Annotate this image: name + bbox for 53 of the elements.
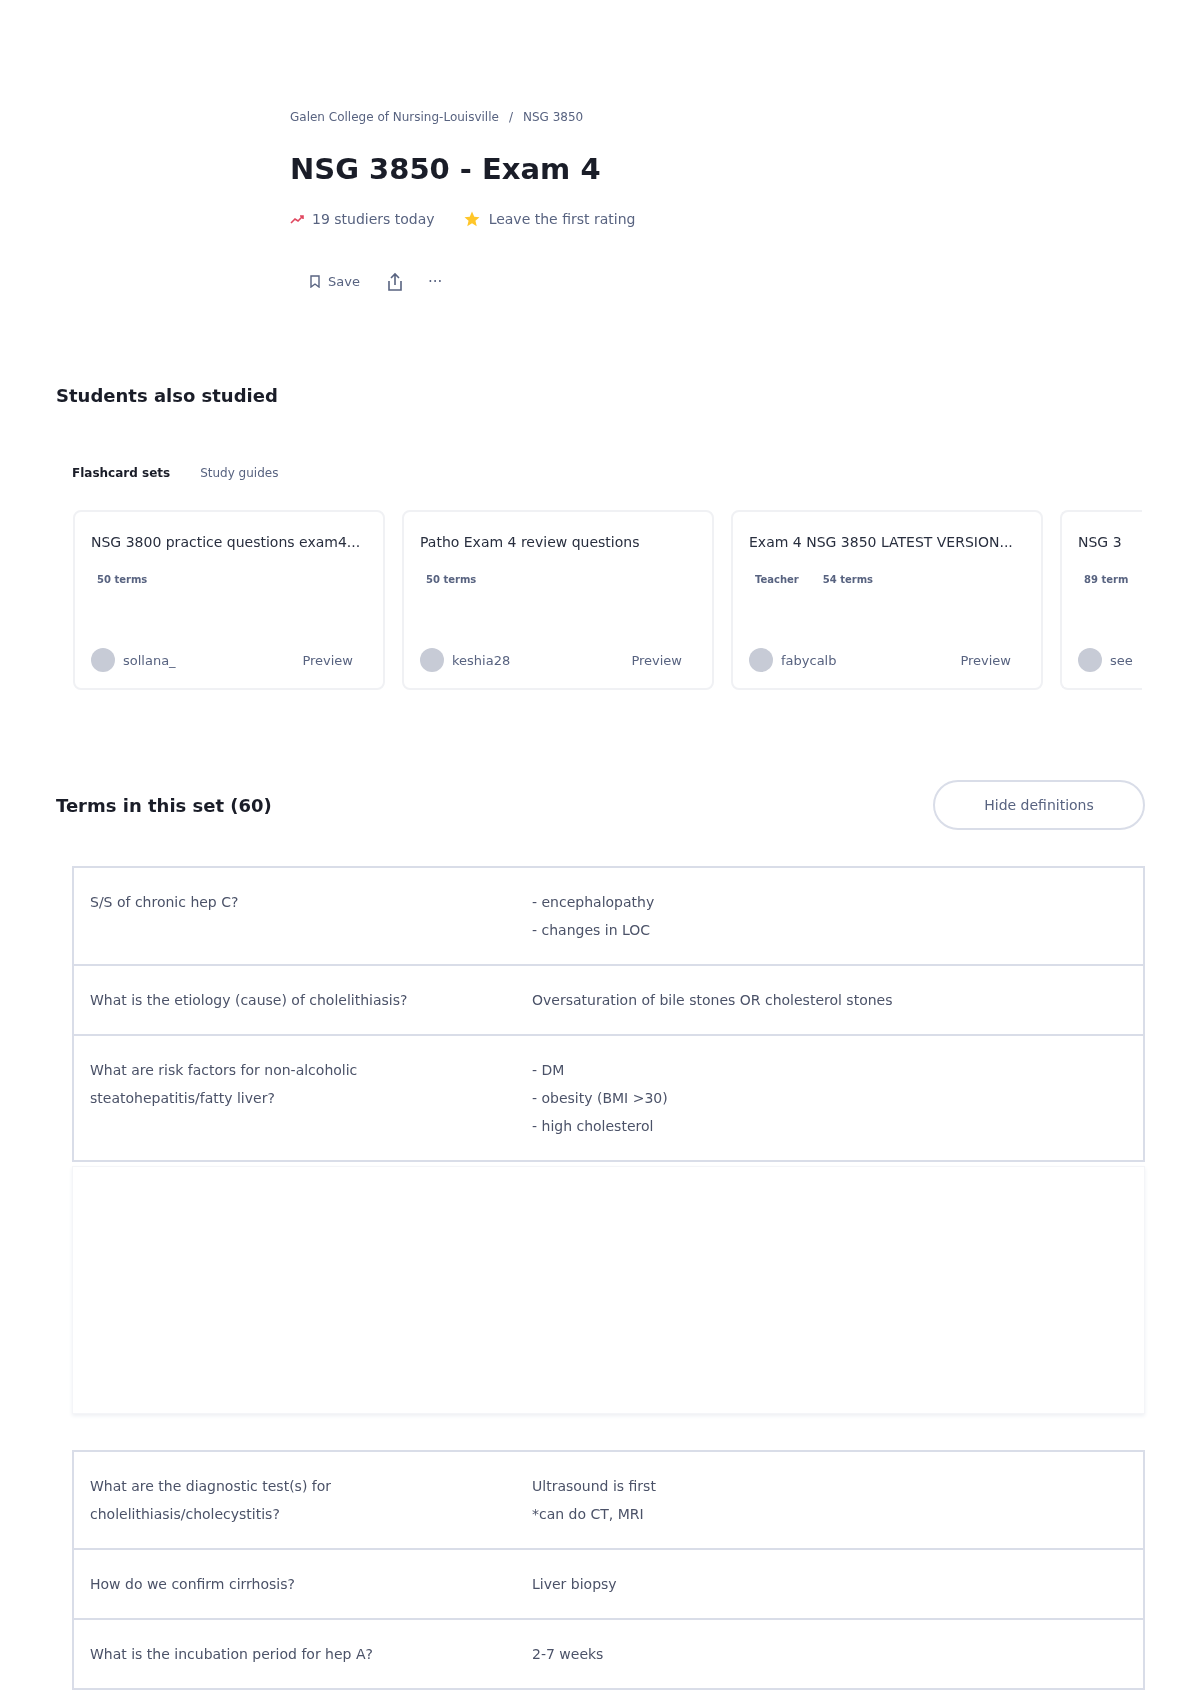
- tab[interactable]: Flashcard sets: [72, 466, 171, 480]
- bookmark-icon: [310, 275, 320, 288]
- flashcard-set-card[interactable]: Patho Exam 4 review questions 50 terms keshia28 Preview: [402, 510, 714, 690]
- avatar-icon: [91, 648, 115, 672]
- preview-button[interactable]: Preview: [960, 652, 1011, 668]
- set-title: NSG 3: [1078, 534, 1123, 550]
- breadcrumb-separator: /: [508, 110, 513, 124]
- set-meta-label: 54 terms: [822, 574, 874, 585]
- definition-text: Liver biopsy: [532, 1575, 618, 1594]
- flashcard-set-card[interactable]: Exam 4 NSG 3850 LATEST VERSION... Teacher 54 terms fabycalb Preview: [731, 510, 1043, 690]
- rating-link[interactable]: Leave the first rating: [488, 211, 636, 227]
- username: fabycalb: [781, 652, 837, 668]
- set-title: NSG 3800 practice questions exam4...: [91, 534, 362, 550]
- username: sollana_: [123, 652, 176, 668]
- share-icon[interactable]: [385, 271, 404, 292]
- set-meta-label: Teacher: [755, 574, 799, 585]
- breadcrumb-link[interactable]: NSG 3850: [522, 110, 584, 124]
- flashcard-set-card[interactable]: NSG 3 89 term see: [1060, 510, 1142, 690]
- term-text: What are risk factors for non-alcoholic steatohepatitis/fatty liver?: [90, 1061, 359, 1108]
- term-text: S/S of chronic hep C?: [90, 893, 240, 912]
- save-button[interactable]: Save: [306, 270, 364, 293]
- section-heading: Terms in this set (60): [56, 794, 272, 816]
- preview-button[interactable]: Preview: [631, 652, 682, 668]
- set-title: Patho Exam 4 review questions: [420, 534, 641, 550]
- hide-definitions-button[interactable]: Hide definitions: [933, 780, 1145, 830]
- flashcard-set-card[interactable]: NSG 3800 practice questions exam4... 50 terms sollana_ Preview: [73, 510, 385, 690]
- definition-text: - DM - obesity (BMI >30) - high cholesterol: [532, 1061, 669, 1136]
- preview-button[interactable]: Preview: [302, 652, 353, 668]
- trending-icon: [290, 214, 304, 224]
- term-text: What are the diagnostic test(s) for cholelithiasis/cholecystitis?: [90, 1477, 333, 1524]
- definition-text: 2-7 weeks: [532, 1645, 605, 1664]
- avatar-icon: [749, 648, 773, 672]
- page-title: NSG 3850 - Exam 4: [290, 152, 602, 186]
- term-text: How do we confirm cirrhosis?: [90, 1575, 296, 1594]
- tab[interactable]: Study guides: [200, 466, 279, 480]
- studiers-count: 19 studiers today: [312, 211, 435, 227]
- term-text: What is the incubation period for hep A?: [90, 1645, 374, 1664]
- more-button[interactable]: ···: [425, 270, 445, 293]
- set-meta-label: 50 terms: [426, 574, 477, 585]
- definition-text: Oversaturation of bile stones OR cholesterol stones: [532, 991, 894, 1010]
- star-icon: [462, 210, 481, 228]
- set-meta-label: 89 term: [1084, 574, 1129, 585]
- set-title: Exam 4 NSG 3850 LATEST VERSION...: [749, 534, 1014, 550]
- set-meta-label: 50 terms: [97, 574, 148, 585]
- username: keshia28: [452, 652, 511, 668]
- avatar-icon: [1078, 648, 1102, 672]
- username: see: [1110, 652, 1133, 668]
- definition-text: - encephalopathy - changes in LOC: [532, 893, 656, 940]
- definition-text: Ultrasound is first *can do CT, MRI: [532, 1477, 657, 1524]
- section-heading: Students also studied: [56, 385, 279, 406]
- avatar-icon: [420, 648, 444, 672]
- breadcrumb-link[interactable]: Galen College of Nursing-Louisville: [290, 110, 499, 124]
- term-text: What is the etiology (cause) of cholelithiasis?: [90, 991, 409, 1010]
